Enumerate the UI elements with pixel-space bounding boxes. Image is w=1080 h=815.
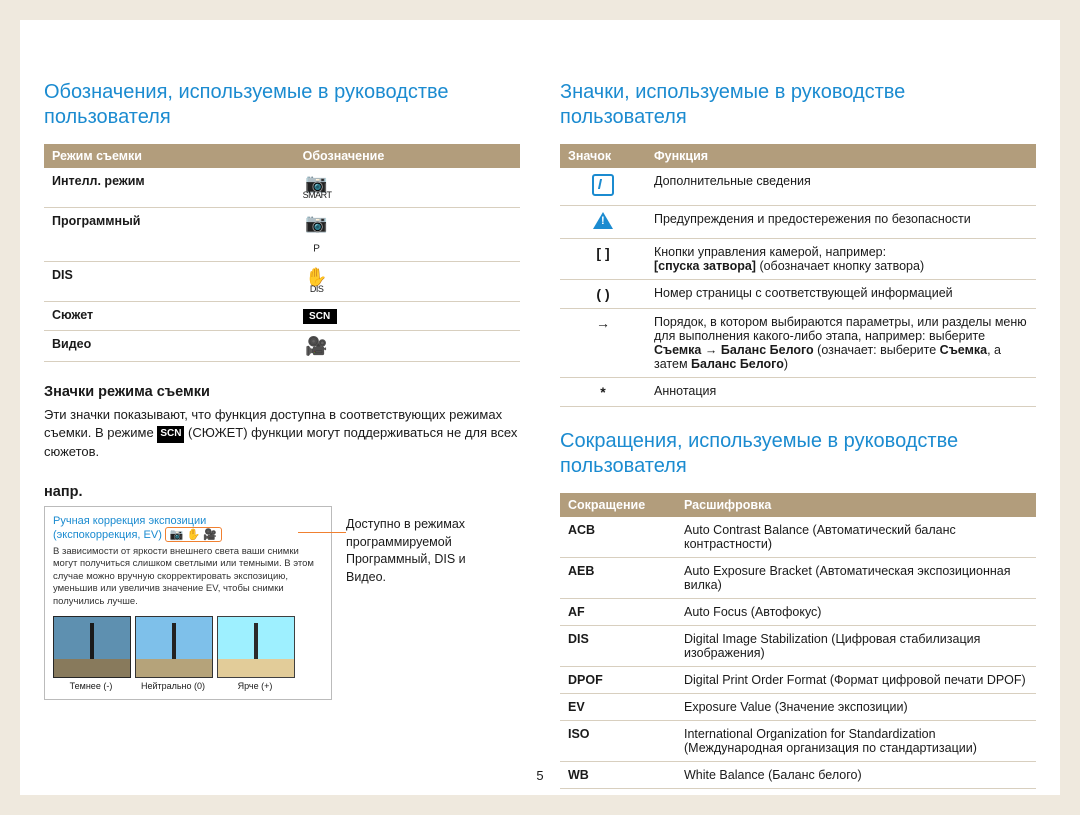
th-def: Расшифровка [676, 493, 1036, 517]
table-row: Предупреждения и предостережения по безо… [560, 206, 1036, 239]
abbr-def: Digital Print Order Format (Формат цифро… [676, 667, 1036, 694]
thumb: Темнее (-) [53, 616, 129, 691]
mode-symbol: 📷SMART [295, 168, 520, 208]
icon-desc: Дополнительные сведения [646, 168, 1036, 206]
table-row: EVExposure Value (Значение экспозиции) [560, 694, 1036, 721]
callout-line [298, 532, 346, 533]
thumb-caption: Ярче (+) [217, 681, 293, 691]
abbr-def: International Organization for Standardi… [676, 721, 1036, 762]
table-row: [ ] Кнопки управления камерой, например:… [560, 239, 1036, 280]
abbr-table: Сокращение Расшифровка ACBAuto Contrast … [560, 493, 1036, 789]
abbr: EV [560, 694, 676, 721]
thumb-img-bright [217, 616, 295, 678]
table-row: Видео 🎥 [44, 330, 520, 361]
abbr: AF [560, 599, 676, 626]
table-row: Интелл. режим 📷SMART [44, 168, 520, 208]
table-row: → Порядок, в котором выбираются параметр… [560, 309, 1036, 378]
camera-p-icon: 📷P [305, 213, 327, 251]
abbr: DPOF [560, 667, 676, 694]
modes-table: Режим съемки Обозначение Интелл. режим 📷… [44, 144, 520, 362]
table-row: Сюжет SCN [44, 301, 520, 330]
mode-name: DIS [44, 261, 295, 301]
table-row: * Аннотация [560, 378, 1036, 407]
table-row: DISDigital Image Stabilization (Цифровая… [560, 626, 1036, 667]
icon-desc: Порядок, в котором выбираются параметры,… [646, 309, 1036, 378]
table-row: AEBAuto Exposure Bracket (Автоматическая… [560, 558, 1036, 599]
info-icon [592, 174, 614, 196]
icon-cell: * [560, 378, 646, 407]
thumb-img-dark [53, 616, 131, 678]
th-symbol: Обозначение [295, 144, 520, 168]
icon-desc: Предупреждения и предостережения по безо… [646, 206, 1036, 239]
page: Обозначения, используемые в руководстве … [20, 20, 1060, 795]
icon-desc: Аннотация [646, 378, 1036, 407]
abbr: ACB [560, 517, 676, 558]
mode-symbol: 📷P [295, 208, 520, 262]
icon-desc: Номер страницы с соответствующей информа… [646, 280, 1036, 309]
thumb-caption: Темнее (-) [53, 681, 129, 691]
side-note: Доступно в режимах программируемой Прогр… [346, 516, 486, 586]
mode-name: Видео [44, 330, 295, 361]
table-row: DPOFDigital Print Order Format (Формат ц… [560, 667, 1036, 694]
table-row: Программный 📷P [44, 208, 520, 262]
table-row: AFAuto Focus (Автофокус) [560, 599, 1036, 626]
abbr-def: Auto Contrast Balance (Автоматический ба… [676, 517, 1036, 558]
mode-symbol: ✋DIS [295, 261, 520, 301]
thumb: Ярче (+) [217, 616, 293, 691]
mode-icons-subtitle: Значки режима съемки [44, 384, 520, 400]
table-row: ACBAuto Contrast Balance (Автоматический… [560, 517, 1036, 558]
mode-symbol: 🎥 [295, 330, 520, 361]
abbr-def: Exposure Value (Значение экспозиции) [676, 694, 1036, 721]
left-title: Обозначения, используемые в руководстве … [44, 80, 520, 130]
abbr: ISO [560, 721, 676, 762]
th-icon: Значок [560, 144, 646, 168]
table-row: Дополнительные сведения [560, 168, 1036, 206]
icon-cell: [ ] [560, 239, 646, 280]
left-column: Обозначения, используемые в руководстве … [44, 20, 520, 795]
example-wrap: Ручная коррекция экспозиции (экспокоррек… [44, 506, 520, 700]
page-number: 5 [20, 768, 1060, 783]
abbr-def: Auto Focus (Автофокус) [676, 599, 1036, 626]
mode-icons-bubble: 📷 ✋ 🎥 [165, 527, 222, 542]
right-column: Значки, используемые в руководстве польз… [560, 20, 1036, 795]
mode-icons-text: Эти значки показывают, что функция досту… [44, 406, 520, 463]
abbr: AEB [560, 558, 676, 599]
th-function: Функция [646, 144, 1036, 168]
th-mode: Режим съемки [44, 144, 295, 168]
icon-cell [560, 206, 646, 239]
icons-title: Значки, используемые в руководстве польз… [560, 80, 1036, 130]
mode-name: Сюжет [44, 301, 295, 330]
abbr-title: Сокращения, используемые в руководстве п… [560, 429, 1036, 479]
mode-symbol: SCN [295, 301, 520, 330]
table-row: ( ) Номер страницы с соответствующей инф… [560, 280, 1036, 309]
warning-icon [593, 212, 613, 229]
th-abbr: Сокращение [560, 493, 676, 517]
icons-table: Значок Функция Дополнительные сведения П… [560, 144, 1036, 407]
abbr: DIS [560, 626, 676, 667]
icon-cell [560, 168, 646, 206]
thumb-img-neutral [135, 616, 213, 678]
example-box: Ручная коррекция экспозиции (экспокоррек… [44, 506, 332, 700]
thumb: Нейтрально (0) [135, 616, 211, 691]
thumb-caption: Нейтрально (0) [135, 681, 211, 691]
example-label: напр. [44, 484, 520, 500]
mode-name: Интелл. режим [44, 168, 295, 208]
icon-desc: Кнопки управления камерой, например: [сп… [646, 239, 1036, 280]
video-icon: 🎥 [305, 336, 327, 356]
mode-name: Программный [44, 208, 295, 262]
abbr-def: Auto Exposure Bracket (Автоматическая эк… [676, 558, 1036, 599]
icon-cell: → [560, 309, 646, 378]
table-row: ISOInternational Organization for Standa… [560, 721, 1036, 762]
scn-icon: SCN [157, 426, 184, 443]
icon-cell: ( ) [560, 280, 646, 309]
ev-body: В зависимости от яркости внешнего света … [53, 546, 323, 608]
scn-icon: SCN [303, 309, 337, 324]
table-row: DIS ✋DIS [44, 261, 520, 301]
thumbnails: Темнее (-) Нейтрально (0) Ярче (+) [53, 616, 323, 691]
abbr-def: Digital Image Stabilization (Цифровая ст… [676, 626, 1036, 667]
